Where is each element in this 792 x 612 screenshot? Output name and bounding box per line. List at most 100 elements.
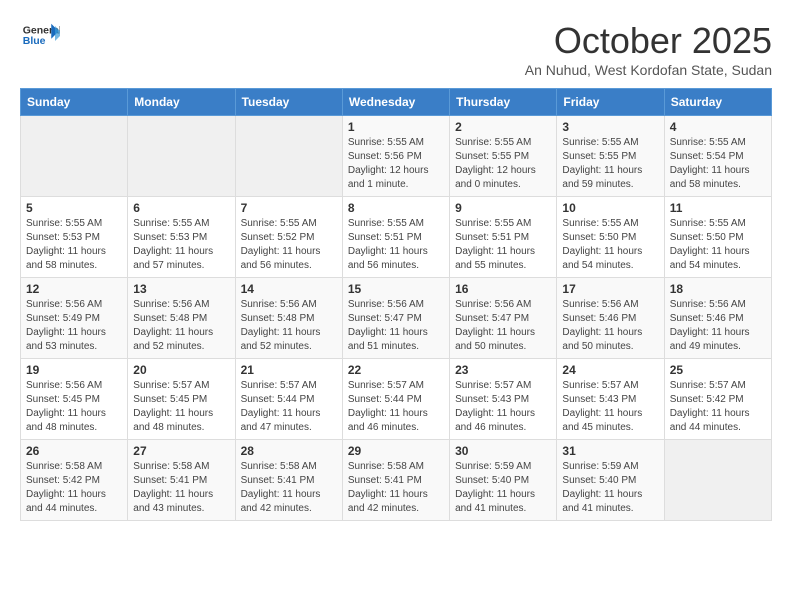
day-info: Sunrise: 5:57 AM Sunset: 5:42 PM Dayligh… <box>670 379 766 435</box>
calendar-cell <box>235 116 342 197</box>
calendar-cell: 19 Sunrise: 5:56 AM Sunset: 5:45 PM Dayli… <box>21 359 128 440</box>
day-info: Sunrise: 5:58 AM Sunset: 5:41 PM Dayligh… <box>133 460 229 516</box>
location-subtitle: An Nuhud, West Kordofan State, Sudan <box>525 62 772 78</box>
day-number: 26 <box>26 444 122 458</box>
calendar-cell: 8 Sunrise: 5:55 AM Sunset: 5:51 PM Daylig… <box>342 197 449 278</box>
week-row-2: 5 Sunrise: 5:55 AM Sunset: 5:53 PM Daylig… <box>21 197 772 278</box>
calendar-cell <box>664 440 771 521</box>
day-info: Sunrise: 5:56 AM Sunset: 5:47 PM Dayligh… <box>348 298 444 354</box>
column-header-sunday: Sunday <box>21 89 128 116</box>
day-number: 14 <box>241 282 337 296</box>
day-number: 16 <box>455 282 551 296</box>
day-info: Sunrise: 5:55 AM Sunset: 5:56 PM Dayligh… <box>348 136 444 192</box>
calendar-cell: 27 Sunrise: 5:58 AM Sunset: 5:41 PM Dayli… <box>128 440 235 521</box>
day-number: 28 <box>241 444 337 458</box>
day-info: Sunrise: 5:59 AM Sunset: 5:40 PM Dayligh… <box>562 460 658 516</box>
day-info: Sunrise: 5:59 AM Sunset: 5:40 PM Dayligh… <box>455 460 551 516</box>
calendar-cell: 29 Sunrise: 5:58 AM Sunset: 5:41 PM Dayli… <box>342 440 449 521</box>
calendar-cell: 3Sunrise: 5:55 AM Sunset: 5:55 PM Daylig… <box>557 116 664 197</box>
day-number: 29 <box>348 444 444 458</box>
day-number: 19 <box>26 363 122 377</box>
day-number: 24 <box>562 363 658 377</box>
day-info: Sunrise: 5:58 AM Sunset: 5:41 PM Dayligh… <box>348 460 444 516</box>
calendar-cell: 21 Sunrise: 5:57 AM Sunset: 5:44 PM Dayli… <box>235 359 342 440</box>
day-number: 8 <box>348 201 444 215</box>
day-info: Sunrise: 5:55 AM Sunset: 5:50 PM Dayligh… <box>670 217 766 273</box>
calendar-cell: 10Sunrise: 5:55 AM Sunset: 5:50 PM Dayli… <box>557 197 664 278</box>
day-number: 25 <box>670 363 766 377</box>
day-info: Sunrise: 5:56 AM Sunset: 5:48 PM Dayligh… <box>241 298 337 354</box>
calendar-cell: 2 Sunrise: 5:55 AM Sunset: 5:55 PM Daylig… <box>450 116 557 197</box>
day-number: 2 <box>455 120 551 134</box>
column-header-saturday: Saturday <box>664 89 771 116</box>
day-number: 17 <box>562 282 658 296</box>
day-info: Sunrise: 5:57 AM Sunset: 5:43 PM Dayligh… <box>455 379 551 435</box>
calendar-cell: 25 Sunrise: 5:57 AM Sunset: 5:42 PM Dayli… <box>664 359 771 440</box>
calendar-cell: 20Sunrise: 5:57 AM Sunset: 5:45 PM Dayli… <box>128 359 235 440</box>
day-info: Sunrise: 5:56 AM Sunset: 5:48 PM Dayligh… <box>133 298 229 354</box>
day-info: Sunrise: 5:57 AM Sunset: 5:43 PM Dayligh… <box>562 379 658 435</box>
calendar-cell: 28 Sunrise: 5:58 AM Sunset: 5:41 PM Dayli… <box>235 440 342 521</box>
calendar-cell: 7Sunrise: 5:55 AM Sunset: 5:52 PM Daylig… <box>235 197 342 278</box>
day-info: Sunrise: 5:56 AM Sunset: 5:46 PM Dayligh… <box>562 298 658 354</box>
day-info: Sunrise: 5:57 AM Sunset: 5:44 PM Dayligh… <box>241 379 337 435</box>
calendar-cell: 14 Sunrise: 5:56 AM Sunset: 5:48 PM Dayli… <box>235 278 342 359</box>
day-number: 5 <box>26 201 122 215</box>
day-info: Sunrise: 5:55 AM Sunset: 5:53 PM Dayligh… <box>26 217 122 273</box>
calendar-cell: 24 Sunrise: 5:57 AM Sunset: 5:43 PM Dayli… <box>557 359 664 440</box>
day-number: 1 <box>348 120 444 134</box>
day-info: Sunrise: 5:58 AM Sunset: 5:42 PM Dayligh… <box>26 460 122 516</box>
header-row: SundayMondayTuesdayWednesdayThursdayFrid… <box>21 89 772 116</box>
day-info: Sunrise: 5:56 AM Sunset: 5:49 PM Dayligh… <box>26 298 122 354</box>
day-info: Sunrise: 5:55 AM Sunset: 5:54 PM Dayligh… <box>670 136 766 192</box>
title-section: October 2025 An Nuhud, West Kordofan Sta… <box>525 20 772 78</box>
day-info: Sunrise: 5:55 AM Sunset: 5:55 PM Dayligh… <box>455 136 551 192</box>
logo: General Blue <box>20 20 60 50</box>
month-title: October 2025 <box>525 20 772 62</box>
calendar-cell: 15 Sunrise: 5:56 AM Sunset: 5:47 PM Dayli… <box>342 278 449 359</box>
day-number: 6 <box>133 201 229 215</box>
day-info: Sunrise: 5:55 AM Sunset: 5:50 PM Dayligh… <box>562 217 658 273</box>
calendar-cell <box>128 116 235 197</box>
calendar-cell: 23 Sunrise: 5:57 AM Sunset: 5:43 PM Dayli… <box>450 359 557 440</box>
day-number: 3 <box>562 120 658 134</box>
day-info: Sunrise: 5:55 AM Sunset: 5:51 PM Dayligh… <box>348 217 444 273</box>
week-row-5: 26 Sunrise: 5:58 AM Sunset: 5:42 PM Dayli… <box>21 440 772 521</box>
day-number: 21 <box>241 363 337 377</box>
day-info: Sunrise: 5:57 AM Sunset: 5:44 PM Dayligh… <box>348 379 444 435</box>
day-number: 13 <box>133 282 229 296</box>
calendar-cell: 26 Sunrise: 5:58 AM Sunset: 5:42 PM Dayli… <box>21 440 128 521</box>
day-info: Sunrise: 5:55 AM Sunset: 5:53 PM Dayligh… <box>133 217 229 273</box>
calendar-cell: 9 Sunrise: 5:55 AM Sunset: 5:51 PM Daylig… <box>450 197 557 278</box>
calendar-cell: 13 Sunrise: 5:56 AM Sunset: 5:48 PM Dayli… <box>128 278 235 359</box>
day-info: Sunrise: 5:58 AM Sunset: 5:41 PM Dayligh… <box>241 460 337 516</box>
day-number: 31 <box>562 444 658 458</box>
calendar-cell: 5 Sunrise: 5:55 AM Sunset: 5:53 PM Daylig… <box>21 197 128 278</box>
day-info: Sunrise: 5:56 AM Sunset: 5:45 PM Dayligh… <box>26 379 122 435</box>
day-info: Sunrise: 5:56 AM Sunset: 5:46 PM Dayligh… <box>670 298 766 354</box>
day-number: 7 <box>241 201 337 215</box>
day-number: 20 <box>133 363 229 377</box>
calendar-cell: 1 Sunrise: 5:55 AM Sunset: 5:56 PM Daylig… <box>342 116 449 197</box>
column-header-monday: Monday <box>128 89 235 116</box>
column-header-tuesday: Tuesday <box>235 89 342 116</box>
week-row-1: 1 Sunrise: 5:55 AM Sunset: 5:56 PM Daylig… <box>21 116 772 197</box>
calendar-cell: 17 Sunrise: 5:56 AM Sunset: 5:46 PM Dayli… <box>557 278 664 359</box>
column-header-wednesday: Wednesday <box>342 89 449 116</box>
day-info: Sunrise: 5:56 AM Sunset: 5:47 PM Dayligh… <box>455 298 551 354</box>
day-number: 9 <box>455 201 551 215</box>
calendar-cell: 4 Sunrise: 5:55 AM Sunset: 5:54 PM Daylig… <box>664 116 771 197</box>
day-number: 23 <box>455 363 551 377</box>
column-header-friday: Friday <box>557 89 664 116</box>
day-number: 18 <box>670 282 766 296</box>
day-number: 12 <box>26 282 122 296</box>
day-number: 27 <box>133 444 229 458</box>
day-info: Sunrise: 5:55 AM Sunset: 5:51 PM Dayligh… <box>455 217 551 273</box>
calendar-cell: 12 Sunrise: 5:56 AM Sunset: 5:49 PM Dayli… <box>21 278 128 359</box>
calendar-cell: 30 Sunrise: 5:59 AM Sunset: 5:40 PM Dayli… <box>450 440 557 521</box>
day-number: 11 <box>670 201 766 215</box>
week-row-4: 19 Sunrise: 5:56 AM Sunset: 5:45 PM Dayli… <box>21 359 772 440</box>
day-number: 4 <box>670 120 766 134</box>
day-number: 30 <box>455 444 551 458</box>
day-number: 15 <box>348 282 444 296</box>
